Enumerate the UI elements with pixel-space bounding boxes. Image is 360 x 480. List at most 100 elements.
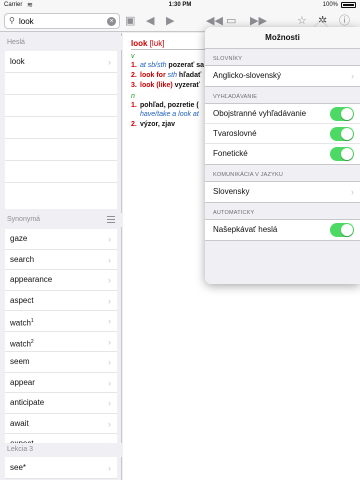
sense-translation: vyzerať bbox=[174, 82, 200, 89]
phonetic-toggle[interactable] bbox=[330, 147, 354, 161]
history-item-look[interactable]: look › bbox=[5, 51, 117, 73]
history-item-label: look bbox=[10, 57, 25, 66]
synonym-item[interactable]: seem › bbox=[5, 352, 117, 373]
book-icon[interactable]: ▭ bbox=[226, 14, 236, 28]
synonym-item[interactable]: search › bbox=[5, 250, 117, 270]
sense-translation: pozerať sa bbox=[168, 62, 205, 69]
popover-title: Možnosti bbox=[205, 27, 360, 49]
dictionary-selector[interactable]: Anglicko-slovenský › bbox=[205, 66, 360, 86]
clear-search-icon[interactable]: × bbox=[107, 17, 116, 26]
rewind-icon[interactable]: ◀◀ bbox=[206, 14, 223, 28]
synonyms-list: gaze › search › appearance › aspect › watch1… bbox=[5, 229, 117, 475]
section-language: KOMUNIKÁCIA V JAZYKU bbox=[213, 172, 284, 178]
synonym-label: seem bbox=[10, 357, 30, 366]
synonym-label: gaze bbox=[10, 234, 28, 243]
history-empty-row bbox=[5, 95, 117, 117]
chevron-right-icon: › bbox=[108, 377, 111, 388]
chevron-right-icon: › bbox=[108, 254, 111, 265]
chevron-right-icon: › bbox=[108, 463, 111, 473]
option-label: Fonetické bbox=[213, 149, 248, 158]
history-header: Heslá bbox=[0, 36, 122, 50]
sense-example: have/take a look at bbox=[140, 111, 199, 118]
chevron-right-icon: › bbox=[108, 398, 111, 408]
sense-phrase[interactable]: look (like) bbox=[140, 82, 173, 89]
section-dictionaries: SLOVNÍKY bbox=[213, 56, 243, 62]
option-phonetic: Fonetické bbox=[205, 144, 360, 164]
chevron-right-icon: › bbox=[108, 336, 111, 347]
sense-number: 1. bbox=[131, 62, 137, 69]
sense-translation: pohľad, pozretie ( bbox=[140, 102, 199, 109]
search-icon: ⚲ bbox=[9, 16, 15, 25]
dictionaries-group: Anglicko-slovenský › bbox=[205, 65, 360, 87]
suggest-toggle[interactable] bbox=[330, 223, 354, 237]
history-empty-row bbox=[5, 161, 117, 183]
synonym-item[interactable]: appearance › bbox=[5, 270, 117, 291]
synonym-item[interactable]: watch2 › bbox=[5, 332, 117, 352]
sense-number: 1. bbox=[131, 102, 137, 109]
lesson-item-label: see* bbox=[10, 463, 27, 472]
forms-toggle[interactable] bbox=[330, 127, 354, 141]
search-input[interactable] bbox=[19, 16, 105, 27]
option-label: Našepkávať heslá bbox=[213, 225, 278, 234]
option-suggest: Našepkávať heslá bbox=[205, 220, 360, 240]
sense-number: 3. bbox=[131, 82, 137, 89]
forward-arrow-icon[interactable]: ▶ bbox=[166, 14, 174, 28]
left-panel: Heslá look › Synonymá gaze › search › appe… bbox=[0, 33, 122, 480]
sense-phrase[interactable]: look for bbox=[140, 72, 166, 79]
section-automatic: AUTOMATICKY bbox=[213, 210, 255, 216]
sense-number: 2. bbox=[131, 72, 137, 79]
chevron-right-icon: › bbox=[108, 234, 111, 244]
language-selector[interactable]: Slovensky › bbox=[205, 182, 360, 202]
fulltext-toggle[interactable] bbox=[330, 107, 354, 121]
dictionary-value: Anglicko-slovenský bbox=[213, 71, 282, 80]
option-label: Tvaroslovné bbox=[213, 129, 257, 138]
lesson-item[interactable]: see* › bbox=[5, 458, 117, 479]
chevron-right-icon: › bbox=[108, 275, 111, 285]
chevron-right-icon: › bbox=[108, 295, 111, 306]
synonym-item[interactable]: gaze › bbox=[5, 229, 117, 250]
list-icon[interactable] bbox=[107, 216, 115, 223]
status-bar: Carrier ≋ 1:30 PM 100% bbox=[0, 0, 360, 10]
star-icon[interactable]: ☆ bbox=[297, 14, 307, 28]
pronunciation: [lʊk] bbox=[149, 39, 165, 48]
history-empty-row bbox=[5, 117, 117, 139]
search-box[interactable]: ⚲ × bbox=[4, 13, 120, 29]
chevron-right-icon: › bbox=[108, 316, 111, 326]
synonyms-header: Synonymá bbox=[0, 213, 122, 227]
automatic-group: Našepkávať heslá bbox=[205, 219, 360, 241]
back-arrow-icon[interactable]: ◀ bbox=[146, 14, 154, 28]
headword: look bbox=[131, 39, 148, 48]
section-search: VYHĽADÁVANIE bbox=[213, 94, 258, 100]
synonym-label: watch bbox=[10, 318, 31, 328]
info-icon[interactable]: ⓘ bbox=[339, 14, 350, 28]
synonym-item[interactable]: appear › bbox=[5, 373, 117, 393]
synonym-label: appearance bbox=[10, 275, 53, 284]
history-empty-row bbox=[5, 73, 117, 95]
chevron-right-icon: › bbox=[108, 57, 111, 67]
language-value: Slovensky bbox=[213, 187, 250, 196]
synonyms-title: Synonymá bbox=[7, 216, 41, 223]
lesson-header: Lekcia 3 bbox=[0, 443, 122, 457]
synonym-item[interactable]: anticipate › bbox=[5, 393, 117, 414]
chevron-right-icon: › bbox=[351, 71, 354, 81]
synonym-item[interactable]: aspect › bbox=[5, 291, 117, 311]
synonym-item[interactable]: watch1 › bbox=[5, 311, 117, 332]
synonym-item[interactable]: await › bbox=[5, 414, 117, 434]
option-forms: Tvaroslovné bbox=[205, 124, 360, 144]
battery-percent: 100% bbox=[322, 2, 338, 8]
synonym-label: search bbox=[10, 254, 35, 264]
synonym-label: aspect bbox=[10, 295, 34, 305]
clock: 1:30 PM bbox=[168, 2, 192, 8]
chevron-right-icon: › bbox=[108, 357, 111, 367]
chevron-right-icon: › bbox=[351, 187, 354, 197]
history-list: look › bbox=[5, 51, 117, 209]
synonym-label: appear bbox=[10, 377, 35, 387]
lesson-list: see* › bbox=[5, 458, 117, 479]
options-popover: Možnosti SLOVNÍKY Anglicko-slovenský › V… bbox=[205, 27, 360, 284]
sense-translation: hľadať bbox=[178, 72, 202, 79]
history-empty-row bbox=[5, 139, 117, 161]
sense-phrase[interactable]: at sb/sth bbox=[140, 62, 166, 69]
sidebar-toggle-icon[interactable]: ▣ bbox=[125, 14, 135, 28]
fast-forward-icon[interactable]: ▶▶ bbox=[250, 14, 267, 28]
chevron-right-icon: › bbox=[108, 418, 111, 429]
